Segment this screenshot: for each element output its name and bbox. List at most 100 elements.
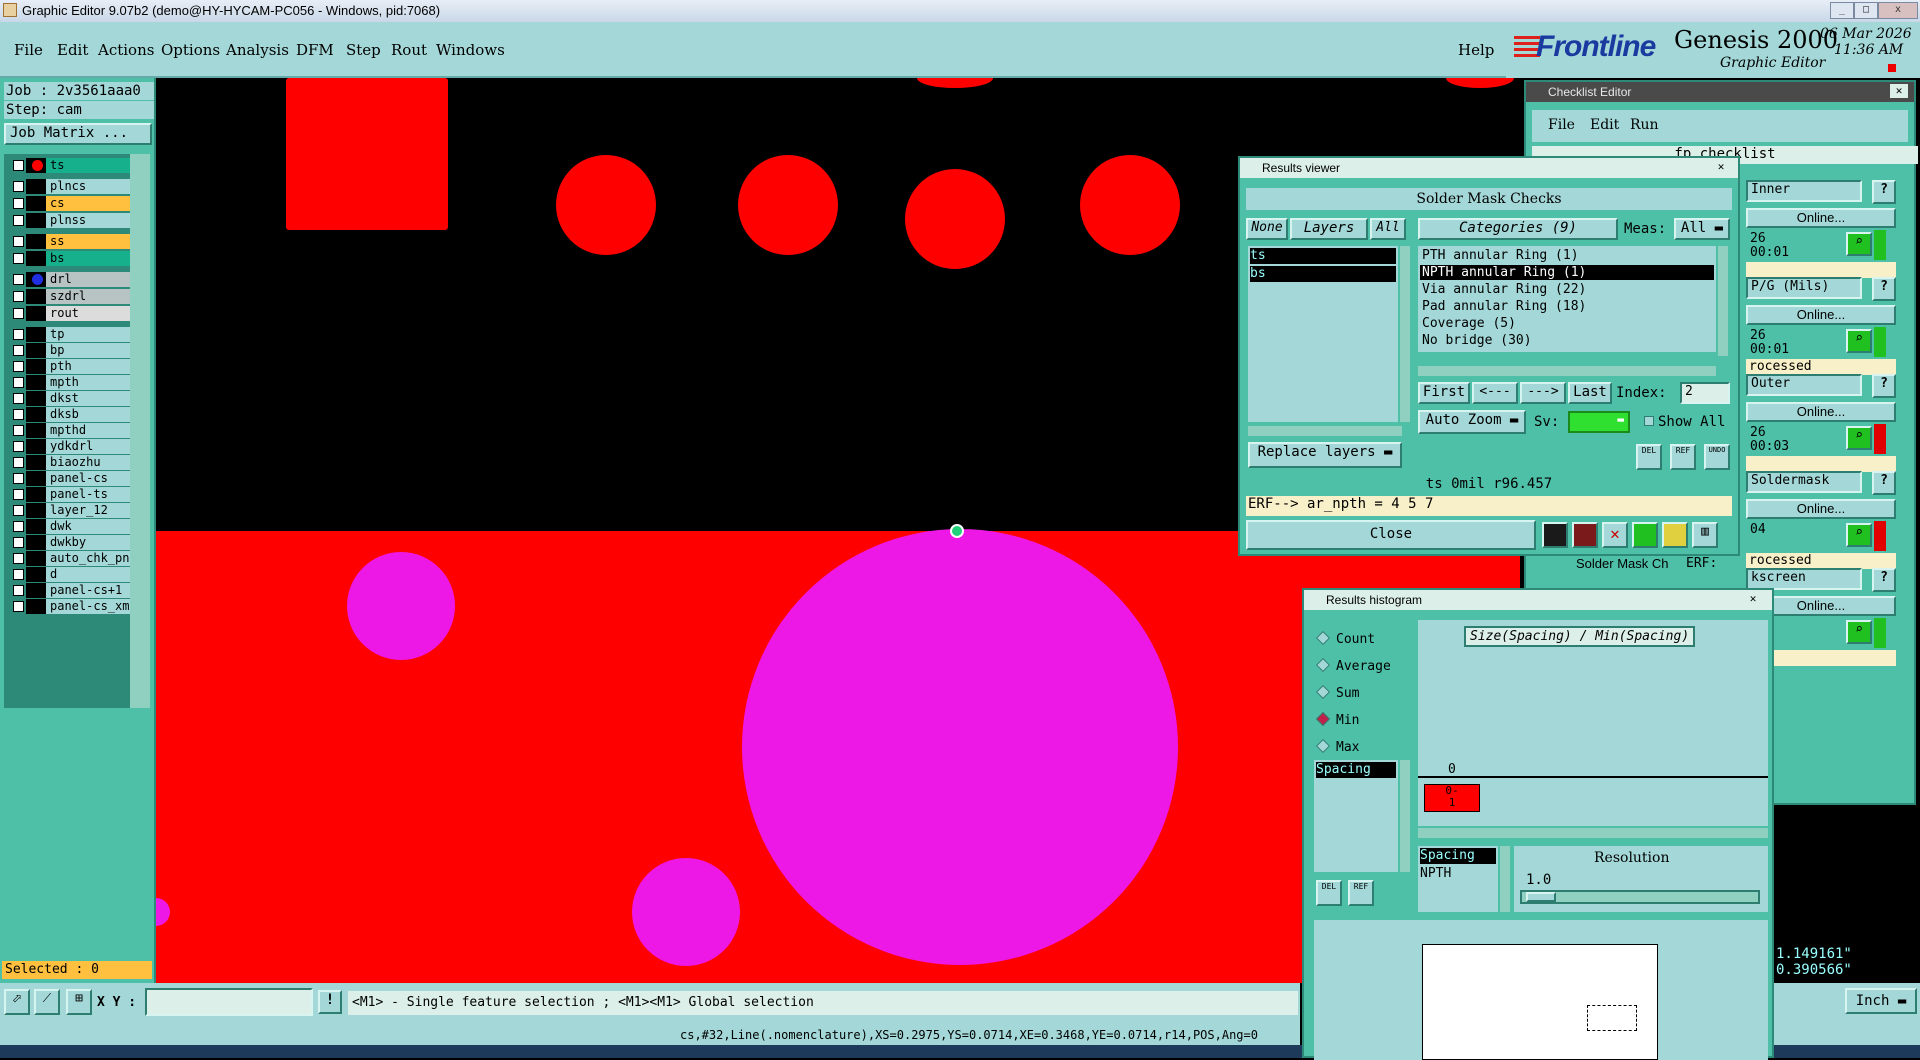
layer-color-swatch[interactable]: [26, 272, 48, 287]
save-icon[interactable]: [1542, 522, 1568, 548]
layer-checkbox[interactable]: [13, 198, 24, 209]
layer-color-swatch[interactable]: [26, 289, 48, 304]
layers-button[interactable]: Layers: [1290, 218, 1368, 240]
help-button[interactable]: ?: [1872, 568, 1896, 592]
layer-checkbox[interactable]: [13, 393, 24, 404]
category-item[interactable]: NPTH annular Ring (1): [1420, 265, 1714, 280]
radio-diamond-icon[interactable]: [1315, 738, 1331, 754]
category-scrollbar[interactable]: [1718, 246, 1728, 356]
menu-actions[interactable]: Actions: [98, 41, 154, 59]
layer-color-swatch[interactable]: [26, 158, 48, 173]
measure-list-scrollbar[interactable]: [1400, 760, 1410, 872]
hist-del-icon[interactable]: DEL: [1316, 880, 1342, 906]
ref-icon[interactable]: REF: [1670, 444, 1696, 470]
layer-list-scrollbar[interactable]: [1400, 246, 1410, 422]
last-button[interactable]: Last: [1568, 382, 1612, 404]
layer-color-swatch[interactable]: [26, 375, 48, 390]
radio-diamond-icon[interactable]: [1315, 684, 1331, 700]
category-item[interactable]: Coverage (5): [1420, 316, 1714, 331]
category-hscroll[interactable]: [1418, 366, 1716, 376]
resolution-slider[interactable]: [1520, 890, 1760, 904]
layer-row-bs[interactable]: bs: [10, 251, 130, 266]
category-item[interactable]: No bridge (30): [1420, 333, 1714, 348]
layer-row-szdrl[interactable]: szdrl: [10, 289, 130, 304]
radio-diamond-icon[interactable]: [1315, 711, 1331, 727]
layer-checkbox[interactable]: [13, 409, 24, 420]
layer-row-ydkdrl[interactable]: ydkdrl: [10, 439, 130, 454]
layer-row-ts[interactable]: ts: [10, 158, 130, 173]
units-dropdown[interactable]: Inch ▬: [1845, 988, 1917, 1014]
layer-list-hscroll[interactable]: [1248, 426, 1402, 436]
layer-color-swatch[interactable]: [26, 327, 48, 342]
measure-tool-icon[interactable]: ⟋: [34, 989, 60, 1015]
menu-edit[interactable]: Edit: [57, 41, 88, 59]
mode-option-max[interactable]: Max: [1315, 736, 1359, 755]
layer-checkbox[interactable]: [13, 569, 24, 580]
auto-zoom-dropdown[interactable]: Auto Zoom ▬: [1418, 410, 1526, 434]
minimize-icon[interactable]: _: [1830, 2, 1854, 19]
resolution-slider-thumb[interactable]: [1526, 892, 1556, 902]
cancel-icon[interactable]: ✕: [1602, 522, 1628, 548]
zoom-icon[interactable]: ⌕: [1846, 523, 1872, 547]
job-matrix-button[interactable]: Job Matrix ...: [4, 123, 152, 145]
monitor-icon[interactable]: [1572, 522, 1598, 548]
menu-rout[interactable]: Rout: [391, 41, 427, 59]
category-item[interactable]: Via annular Ring (22): [1420, 282, 1714, 297]
online-button[interactable]: Online...: [1746, 208, 1896, 228]
graph-hscroll[interactable]: [1418, 828, 1768, 838]
zoom-icon[interactable]: [1632, 522, 1658, 548]
layer-color-swatch[interactable]: [26, 519, 48, 534]
categories-button[interactable]: Categories (9): [1418, 218, 1618, 240]
layer-color-swatch[interactable]: [26, 343, 48, 358]
layer-list-scrollbar[interactable]: [130, 154, 150, 708]
replace-layers-dropdown[interactable]: Replace layers ▬: [1248, 442, 1402, 468]
histogram-bar[interactable]: 0- 1: [1424, 784, 1480, 812]
layer-color-swatch[interactable]: [26, 567, 48, 582]
layer-color-swatch[interactable]: [26, 487, 48, 502]
menu-step[interactable]: Step: [346, 41, 381, 59]
layer-checkbox[interactable]: [13, 291, 24, 302]
help-button[interactable]: ?: [1872, 277, 1896, 301]
online-button[interactable]: Online...: [1746, 499, 1896, 519]
layer-row-dksb[interactable]: dksb: [10, 407, 130, 422]
layer-color-swatch[interactable]: [26, 306, 48, 321]
warning-icon[interactable]: !: [318, 990, 342, 1014]
menu-options[interactable]: Options: [161, 41, 220, 59]
radio-diamond-icon[interactable]: [1315, 657, 1331, 673]
layer-color-swatch[interactable]: [26, 179, 48, 194]
layer-checkbox[interactable]: [13, 457, 24, 468]
layer-color-swatch[interactable]: [26, 407, 48, 422]
radio-diamond-icon[interactable]: [1315, 630, 1331, 646]
mode-option-sum[interactable]: Sum: [1315, 682, 1359, 701]
selection-scrollbar[interactable]: [1500, 846, 1510, 912]
layer-row-bp[interactable]: bp: [10, 343, 130, 358]
close-icon[interactable]: ✕: [1744, 592, 1762, 606]
layer-row-d[interactable]: d: [10, 567, 130, 582]
layer-checkbox[interactable]: [13, 537, 24, 548]
first-button[interactable]: First: [1418, 382, 1470, 404]
undo-icon[interactable]: UNDO: [1704, 444, 1730, 470]
layer-checkbox[interactable]: [13, 601, 24, 612]
category-item[interactable]: Pad annular Ring (18): [1420, 299, 1714, 314]
zoom-icon[interactable]: ⌕: [1846, 232, 1872, 256]
menu-dfm[interactable]: DFM: [296, 41, 334, 59]
menu-analysis[interactable]: Analysis: [226, 41, 289, 59]
xy-input[interactable]: [145, 988, 313, 1016]
prev-button[interactable]: <---: [1472, 382, 1518, 404]
mode-option-min[interactable]: Min: [1315, 709, 1359, 728]
layer-row-panel-ts[interactable]: panel-ts: [10, 487, 130, 502]
help-button[interactable]: ?: [1872, 374, 1896, 398]
layer-row-cs[interactable]: cs: [10, 196, 130, 211]
layer-color-swatch[interactable]: [26, 471, 48, 486]
layer-checkbox[interactable]: [13, 253, 24, 264]
layer-row-dkst[interactable]: dkst: [10, 391, 130, 406]
zoom-icon[interactable]: ⌕: [1846, 426, 1872, 450]
layer-row-pth[interactable]: pth: [10, 359, 130, 374]
menu-help[interactable]: Help: [1458, 41, 1494, 59]
layer-color-swatch[interactable]: [26, 583, 48, 598]
layer-row-panel-cs[interactable]: panel-cs: [10, 471, 130, 486]
layer-row-ss[interactable]: ss: [10, 234, 130, 249]
layer-checkbox[interactable]: [13, 377, 24, 388]
help-button[interactable]: ?: [1872, 471, 1896, 495]
select-tool-icon[interactable]: ⬀: [4, 989, 30, 1015]
